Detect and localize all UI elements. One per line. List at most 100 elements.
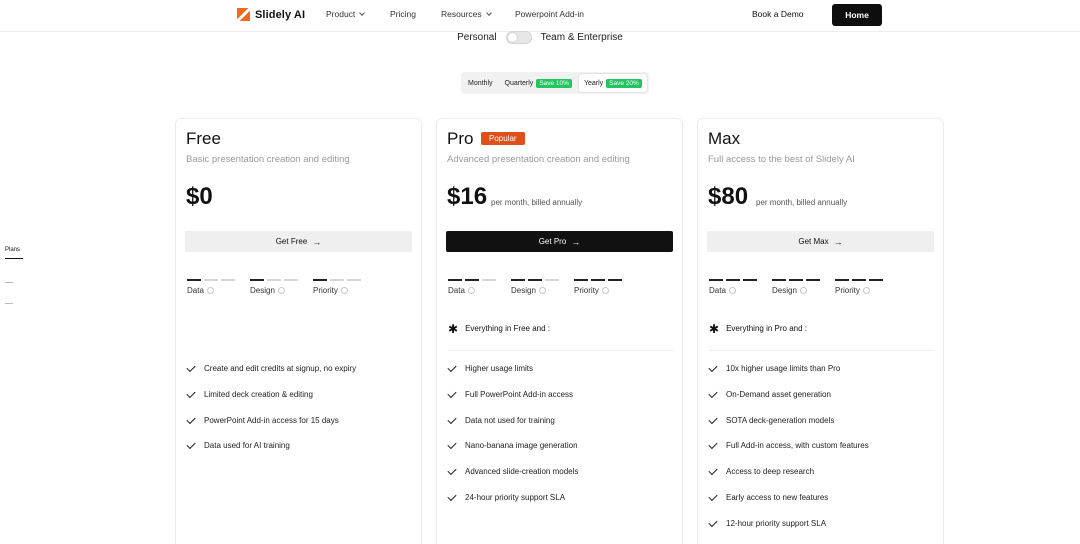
meter-bar [545,279,559,281]
plan-card-max: Max Full access to the best of Slidely A… [697,118,944,544]
plan-name: Free [186,129,221,148]
feature-text: PowerPoint Add-in access for 15 days [204,415,339,425]
meter-bar [448,279,462,281]
switch-knob [507,33,517,42]
feature-text: Access to deep research [726,467,815,477]
info-icon[interactable] [862,287,870,294]
meter-label: Data [448,286,465,295]
check-icon [186,362,196,373]
divider [709,350,934,351]
feature-list: Create and edit credits at signup, no ex… [186,362,356,467]
plan-price: $16 [447,183,488,210]
home-button[interactable]: Home [832,4,882,26]
info-icon[interactable] [467,287,475,294]
book-demo-button[interactable]: Book a Demo [752,9,804,19]
meter-label: Design [772,286,797,295]
feature-item: Create and edit credits at signup, no ex… [186,362,356,390]
meter-bar [250,279,264,281]
check-icon [708,491,718,502]
inherit-text: Everything in Free and : [465,324,550,333]
info-icon[interactable] [206,287,214,294]
feature-item: Data not used for training [447,414,578,442]
check-icon [708,388,718,398]
feature-text: Data not used for training [465,415,555,425]
feature-text: Nano-banana image generation [465,441,578,451]
billing-quarterly[interactable]: Quarterly Save 10% [500,74,577,92]
meter-bar [574,279,588,281]
plan-meters: Data Design Priority [187,279,413,299]
side-nav-item[interactable] [5,303,13,304]
feature-item: Limited deck creation & editing [186,388,356,416]
meter-priority: Priority [835,279,883,295]
billing-monthly[interactable]: Monthly [463,74,498,92]
meter-label: Data [709,286,726,295]
divider [448,350,673,351]
check-icon [447,466,457,476]
get-free-button[interactable]: Get Free → [185,231,412,252]
check-icon [186,414,196,424]
info-icon[interactable] [538,287,546,294]
meter-bar [187,279,201,281]
plan-type-switch[interactable] [505,31,532,44]
side-nav-item[interactable] [5,282,13,283]
meter-bar [284,279,298,281]
nav-product[interactable]: Product [326,9,366,19]
feature-item: Data used for AI training [186,440,356,467]
inherit-note: ✱ Everything in Pro and : [709,321,807,336]
meter-bar [835,279,849,281]
meter-priority: Priority [313,279,361,295]
plan-name: Max [708,129,741,148]
billing-quarterly-label: Quarterly [504,79,534,87]
info-icon[interactable] [799,287,807,294]
plan-meters: Data Design Priority [448,279,674,299]
nav-product-label: Product [326,9,356,19]
meter-bar [221,279,235,281]
brand-logo[interactable]: Slidely AI [237,8,305,21]
info-icon[interactable] [277,287,285,294]
nav-powerpoint-addin[interactable]: Powerpoint Add-in [515,9,584,19]
info-icon[interactable] [601,287,609,294]
plan-meters: Data Design Priority [709,279,935,299]
check-icon [708,517,718,527]
meter-bar [528,279,542,281]
meter-label: Data [187,286,204,295]
feature-item: Nano-banana image generation [447,440,578,467]
inherit-note: ✱ Everything in Free and : [448,323,550,335]
get-max-button[interactable]: Get Max → [707,231,934,252]
cta-label: Get Max [798,237,829,246]
meter-bar [511,279,525,281]
meter-bar [482,279,496,281]
side-nav-plans[interactable]: Plans [5,247,20,253]
check-icon [708,440,718,450]
nav-addin-label: Powerpoint Add-in [515,9,584,19]
feature-text: Data used for AI training [204,441,290,451]
nav-resources[interactable]: Resources [441,9,492,19]
meter-design: Design [772,279,820,295]
feature-text: Full Add-in access, with custom features [726,441,869,451]
info-icon[interactable] [340,287,348,294]
billing-yearly[interactable]: Yearly Save 20% [578,74,647,92]
plan-subtitle: Full access to the best of Slidely AI [708,154,855,165]
cta-label: Get Pro [538,237,567,246]
plan-subtitle: Advanced presentation creation and editi… [447,154,630,165]
billing-yearly-label: Yearly [583,79,604,87]
get-pro-button[interactable]: Get Pro → [446,231,673,252]
feature-item: Full PowerPoint Add-in access [447,388,578,416]
check-icon [447,414,457,424]
asterisk-icon: ✱ [709,321,720,336]
feature-item: SOTA deck-generation models [708,414,869,442]
meter-bar [347,279,361,281]
billing-monthly-label: Monthly [468,79,493,87]
info-icon[interactable] [728,287,736,294]
meter-design: Design [250,279,298,295]
toggle-label-team[interactable]: Team & Enterprise [541,32,623,43]
nav-pricing[interactable]: Pricing [390,9,416,19]
plan-price: $0 [186,183,213,210]
meter-bar [806,279,820,281]
check-icon [708,414,718,424]
meter-bar [852,279,866,281]
meter-bar [591,279,605,281]
inherit-text: Everything in Pro and : [726,324,807,333]
plan-name: Pro [447,129,474,148]
toggle-label-personal[interactable]: Personal [457,32,496,43]
